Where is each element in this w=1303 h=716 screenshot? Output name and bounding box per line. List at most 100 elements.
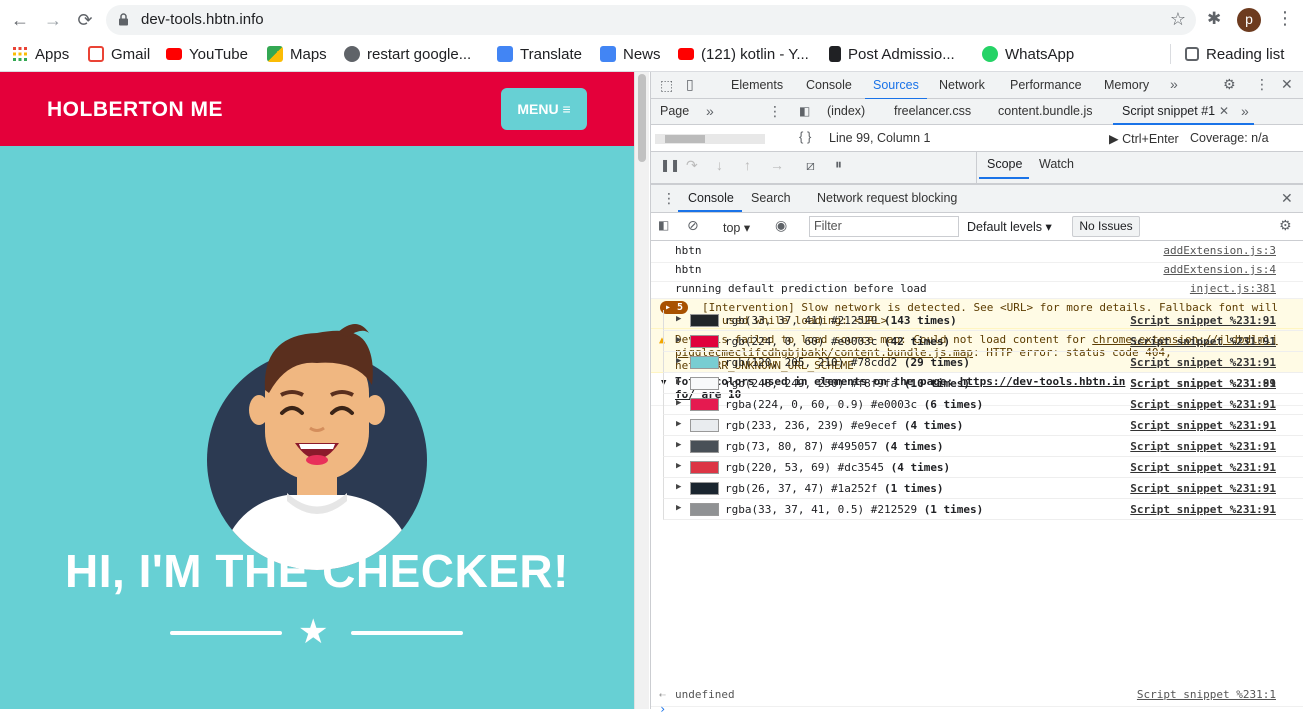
color-row[interactable]: ▶ rgb(224, 0, 60) #e0003c (42 times) Scrip… bbox=[663, 331, 1303, 352]
more-navigator-icon[interactable]: » bbox=[706, 103, 714, 119]
drawer-tab-console[interactable]: Console bbox=[688, 191, 734, 205]
expand-triangle-icon[interactable]: ▶ bbox=[676, 398, 681, 408]
log-levels-dropdown[interactable]: Default levels ▾ bbox=[967, 219, 1052, 234]
menu-button[interactable]: MENU ≡ bbox=[501, 88, 587, 130]
bookmark-restart-google[interactable]: restart google... bbox=[344, 44, 471, 64]
file-tab-bundle[interactable]: content.bundle.js bbox=[998, 104, 1093, 118]
run-snippet-button[interactable]: ▶ Ctrl+Enter bbox=[1109, 131, 1179, 146]
color-source-link[interactable]: Script snippet %231:91 bbox=[1130, 356, 1276, 369]
color-source-link[interactable]: Script snippet %231:91 bbox=[1130, 482, 1276, 495]
color-source-link[interactable]: Script snippet %231:91 bbox=[1130, 314, 1276, 327]
tab-elements[interactable]: Elements bbox=[731, 78, 783, 92]
color-source-link[interactable]: Script snippet %231:91 bbox=[1130, 419, 1276, 432]
color-row[interactable]: ▶ rgba(224, 0, 60, 0.9) #e0003c (6 times)… bbox=[663, 394, 1303, 415]
navigator-hscrollbar[interactable] bbox=[655, 134, 765, 144]
browser-menu-icon[interactable]: ⋮ bbox=[1276, 8, 1294, 29]
expand-triangle-icon[interactable]: ▶ bbox=[676, 419, 681, 429]
color-source-link[interactable]: Script snippet %231:91 bbox=[1130, 398, 1276, 411]
console-settings-gear-icon[interactable]: ⚙ bbox=[1279, 217, 1292, 234]
address-bar[interactable]: dev-tools.hbtn.info ☆ bbox=[106, 5, 1196, 35]
settings-gear-icon[interactable]: ⚙ bbox=[1223, 76, 1236, 93]
color-row[interactable]: ▶ rgba(33, 37, 41, 0.5) #212529 (1 times)… bbox=[663, 499, 1303, 520]
toggle-navigator-icon[interactable]: ◧ bbox=[799, 104, 810, 118]
bookmark-post-admission[interactable]: Post Admissio... bbox=[829, 44, 955, 64]
bookmark-youtube[interactable]: YouTube bbox=[166, 44, 248, 64]
expand-triangle-icon[interactable]: ▶ bbox=[676, 461, 681, 471]
expand-triangle-icon[interactable]: ▶ bbox=[676, 503, 681, 513]
extensions-puzzle-icon[interactable]: ✱ bbox=[1207, 9, 1221, 29]
expand-triangle-icon[interactable]: ▶ bbox=[676, 356, 681, 366]
file-tab-snippet[interactable]: Script snippet #1 bbox=[1122, 104, 1215, 118]
step-over-icon[interactable]: ↷ bbox=[686, 157, 698, 174]
close-drawer-icon[interactable]: ✕ bbox=[1281, 190, 1293, 207]
color-row[interactable]: ▶ rgb(220, 53, 69) #dc3545 (4 times) Scrip… bbox=[663, 457, 1303, 478]
close-devtools-icon[interactable]: ✕ bbox=[1281, 76, 1293, 93]
tab-watch[interactable]: Watch bbox=[1039, 157, 1074, 171]
issues-button[interactable]: No Issues bbox=[1072, 216, 1140, 237]
color-source-link[interactable]: Script snippet %231:91 bbox=[1130, 335, 1276, 348]
color-row[interactable]: ▶ rgb(26, 37, 47) #1a252f (1 times) Script… bbox=[663, 478, 1303, 499]
result-source-link[interactable]: Script snippet %231:1 bbox=[1137, 688, 1276, 701]
expand-triangle-icon[interactable]: ▶ bbox=[676, 440, 681, 450]
console-filter-input[interactable]: Filter bbox=[809, 216, 959, 237]
scrollbar-thumb[interactable] bbox=[638, 74, 646, 162]
bookmark-news[interactable]: News bbox=[600, 44, 661, 64]
step-into-icon[interactable]: ↓ bbox=[716, 157, 723, 173]
log-source-link[interactable]: addExtension.js:4 bbox=[1163, 263, 1276, 276]
tab-sources[interactable]: Sources bbox=[865, 78, 927, 100]
color-source-link[interactable]: Script snippet %231:91 bbox=[1130, 503, 1276, 516]
tab-network[interactable]: Network bbox=[939, 78, 985, 92]
expand-triangle-icon[interactable]: ▶ bbox=[676, 314, 681, 324]
log-source-link[interactable]: inject.js:381 bbox=[1190, 282, 1276, 295]
navigator-menu-icon[interactable]: ⋮ bbox=[768, 103, 782, 120]
profile-avatar[interactable]: p bbox=[1237, 8, 1261, 32]
live-expression-eye-icon[interactable]: ◉ bbox=[775, 217, 787, 234]
reload-icon[interactable]: ⟳ bbox=[74, 9, 96, 31]
drawer-tab-search[interactable]: Search bbox=[751, 191, 791, 205]
log-source-link[interactable]: addExtension.js:3 bbox=[1163, 244, 1276, 257]
color-row[interactable]: ▶ rgb(248, 249, 250) #f8f9fa (10 times) Sc… bbox=[663, 373, 1303, 394]
clear-console-icon[interactable]: ⊘ bbox=[687, 217, 699, 234]
step-icon[interactable]: → bbox=[770, 157, 784, 173]
device-toolbar-icon[interactable]: ▯ bbox=[686, 76, 694, 93]
devtools-menu-icon[interactable]: ⋮ bbox=[1255, 76, 1269, 93]
color-source-link[interactable]: Script snippet %231:91 bbox=[1130, 440, 1276, 453]
drawer-tab-request-blocking[interactable]: Network request blocking bbox=[817, 191, 957, 205]
color-source-link[interactable]: Script snippet %231:91 bbox=[1130, 461, 1276, 474]
forward-icon[interactable]: → bbox=[42, 9, 64, 31]
show-sidebar-icon[interactable]: ◧ bbox=[658, 218, 669, 232]
color-row[interactable]: ▶ rgb(233, 236, 239) #e9ecef (4 times) Scr… bbox=[663, 415, 1303, 436]
back-icon[interactable]: ← bbox=[9, 9, 31, 31]
page-scrollbar[interactable] bbox=[634, 72, 649, 709]
expand-triangle-icon[interactable]: ▶ bbox=[676, 377, 681, 387]
inspect-element-icon[interactable]: ⬚ bbox=[660, 77, 673, 94]
bookmark-gmail[interactable]: Gmail bbox=[88, 44, 150, 64]
deactivate-breakpoints-icon[interactable]: ⧄ bbox=[806, 157, 815, 174]
tab-console[interactable]: Console bbox=[806, 78, 852, 92]
expand-triangle-icon[interactable]: ▶ bbox=[676, 335, 681, 345]
bookmark-star-icon[interactable]: ☆ bbox=[1170, 9, 1186, 30]
color-source-link[interactable]: Script snippet %231:91 bbox=[1130, 377, 1276, 390]
site-brand[interactable]: HOLBERTON ME bbox=[47, 98, 223, 122]
bookmark-maps[interactable]: Maps bbox=[267, 44, 327, 64]
color-row[interactable]: ▶ rgb(33, 37, 41) #212529 (143 times) Scri… bbox=[663, 310, 1303, 331]
reading-list[interactable]: Reading list bbox=[1170, 44, 1284, 64]
pause-on-exceptions-icon[interactable]: ⏸ bbox=[835, 156, 842, 173]
file-tab-index[interactable]: (index) bbox=[827, 104, 865, 118]
bookmark-kotlin-youtube[interactable]: (121) kotlin - Y... bbox=[678, 44, 809, 64]
step-out-icon[interactable]: ↑ bbox=[744, 157, 751, 173]
context-selector[interactable]: top ▾ bbox=[723, 220, 750, 235]
pause-icon[interactable]: ❚❚ bbox=[660, 158, 680, 172]
navigator-page-tab[interactable]: Page bbox=[660, 104, 689, 118]
expand-triangle-icon[interactable]: ▶ bbox=[676, 482, 681, 492]
tab-scope[interactable]: Scope bbox=[987, 157, 1022, 171]
pretty-print-icon[interactable]: { } bbox=[799, 129, 811, 144]
color-row[interactable]: ▶ rgb(120, 205, 210) #78cdd2 (29 times) Sc… bbox=[663, 352, 1303, 373]
tab-performance[interactable]: Performance bbox=[1010, 78, 1082, 92]
bookmark-whatsapp[interactable]: WhatsApp bbox=[982, 44, 1074, 64]
color-row[interactable]: ▶ rgb(73, 80, 87) #495057 (4 times) Script… bbox=[663, 436, 1303, 457]
drawer-menu-icon[interactable]: ⋮ bbox=[662, 190, 676, 207]
file-tab-css[interactable]: freelancer.css bbox=[894, 104, 971, 118]
tab-memory[interactable]: Memory bbox=[1104, 78, 1149, 92]
close-tab-icon[interactable]: ✕ bbox=[1219, 104, 1229, 118]
